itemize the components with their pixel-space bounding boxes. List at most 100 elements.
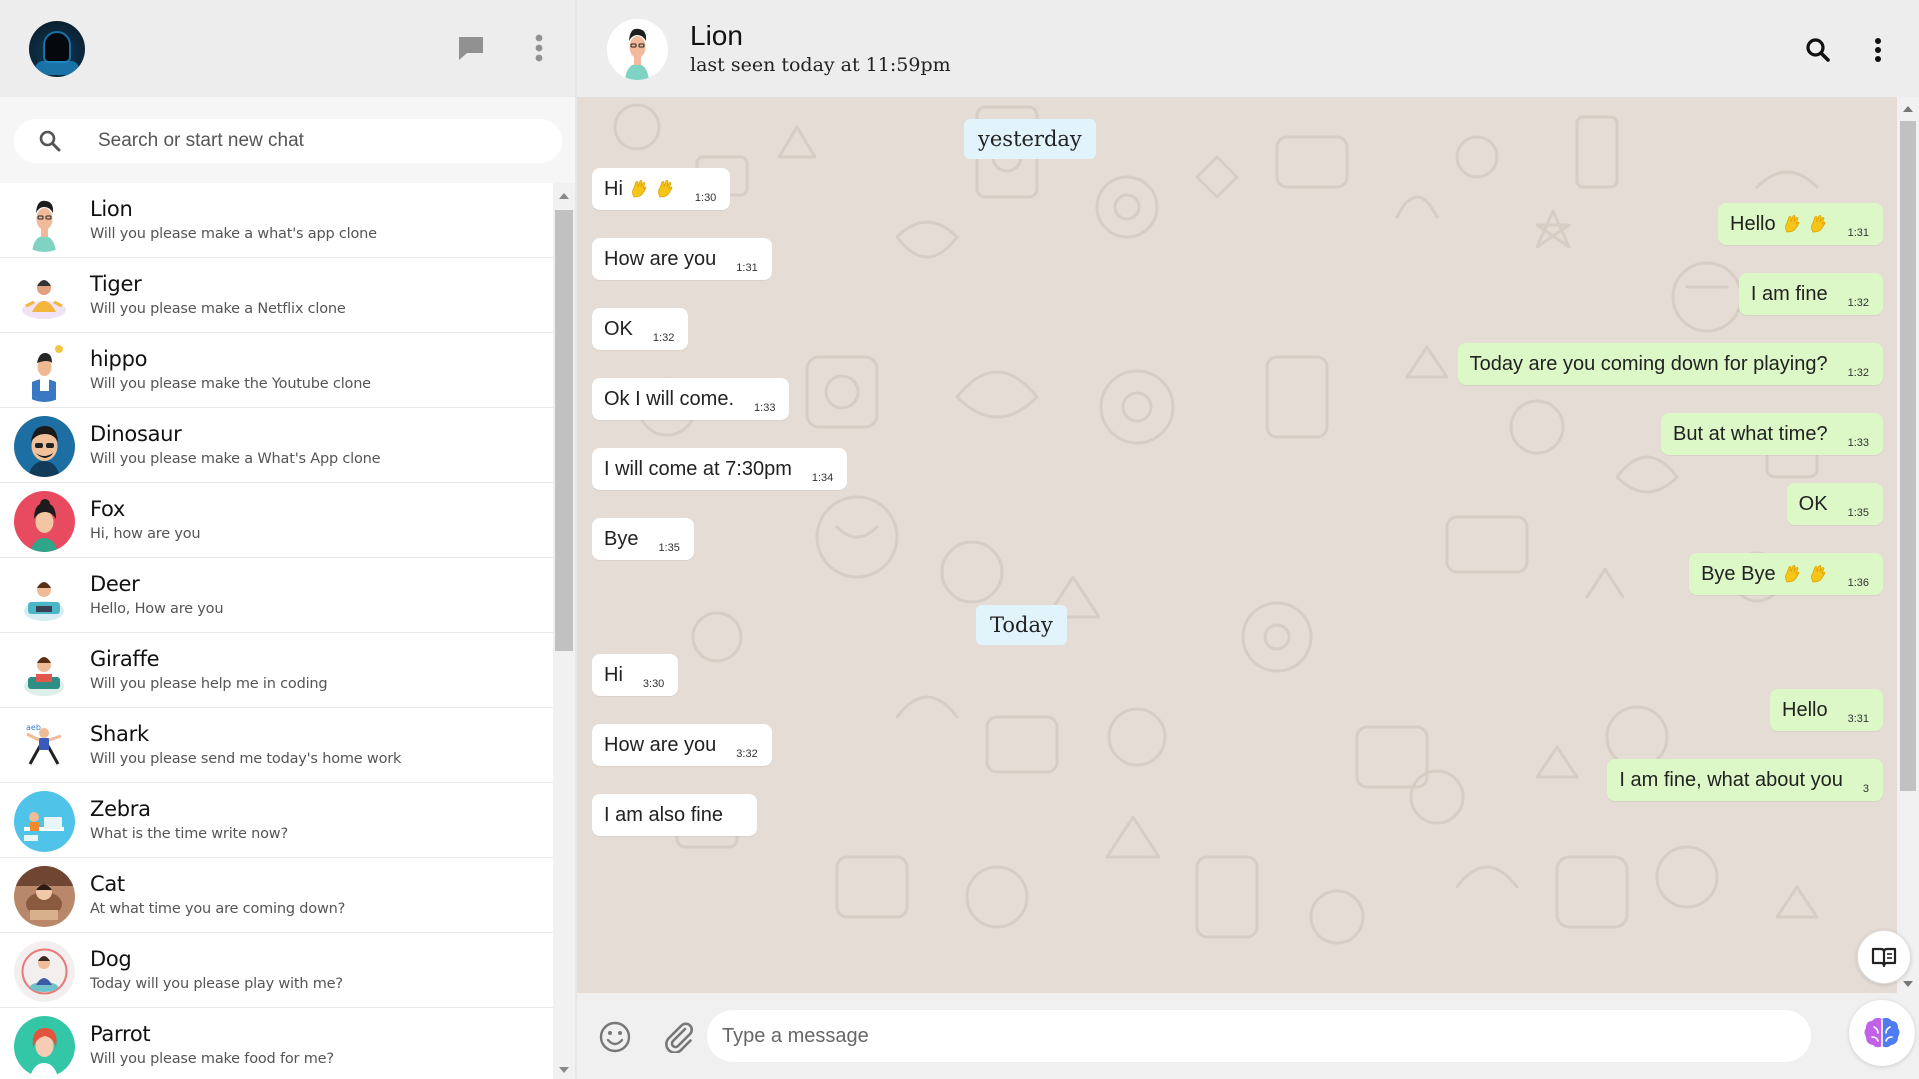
avatar	[14, 341, 75, 402]
message-scrollbar[interactable]	[1897, 97, 1919, 993]
avatar	[14, 266, 75, 327]
profile-avatar[interactable]	[29, 21, 85, 77]
chat-item-lion[interactable]: Lion Will you please make a what's app c…	[0, 183, 553, 258]
message-text: Bye Bye	[1701, 562, 1776, 585]
message-incoming: Hi 3:30	[592, 654, 679, 696]
chat-item-deer[interactable]: Deer Hello, How are you	[0, 558, 553, 633]
sidebar-menu-button[interactable]	[524, 30, 554, 66]
chat-header: Lion last seen today at 11:59pm	[577, 0, 1919, 97]
message-time: 1:35	[658, 542, 680, 554]
chat-name: Lion	[90, 197, 133, 221]
chat-item-hippo[interactable]: hippo Will you please make the Youtube c…	[0, 333, 553, 408]
chat-name: Deer	[90, 572, 140, 596]
chat-name: Dinosaur	[90, 422, 182, 446]
sidebar-header-actions	[456, 30, 554, 66]
kebab-menu-icon	[1875, 38, 1881, 62]
wave-hand-icon	[1810, 215, 1825, 233]
message-text: I am fine	[1750, 282, 1828, 305]
message-time: 1:33	[1847, 437, 1869, 449]
chat-name: Giraffe	[90, 647, 160, 671]
message-time: 1:30	[694, 192, 717, 204]
search-box	[14, 119, 562, 163]
search-icon	[39, 130, 61, 152]
message-outgoing: Hello 1:31	[1718, 203, 1883, 245]
chat-last-message: Hello, How are you	[90, 601, 224, 617]
message-text: Today are you coming down for playing?	[1469, 352, 1828, 375]
reader-mode-button[interactable]	[1857, 930, 1911, 984]
message-time: 1:32	[1847, 297, 1869, 309]
message-outgoing: Hello 3:31	[1770, 689, 1883, 731]
chat-last-message: What is the time write now?	[90, 826, 288, 842]
contact-avatar[interactable]	[607, 19, 668, 80]
sidebar: Lion Will you please make a what's app c…	[0, 0, 577, 1079]
avatar	[14, 791, 75, 852]
chat-list-scrollbar[interactable]	[553, 183, 575, 1079]
chat-last-message: Hi, how are you	[90, 526, 201, 542]
chat-item-shark[interactable]: aeb Shark Will you please send me today'…	[0, 708, 553, 783]
message-time: 1:34	[811, 472, 834, 484]
message-time: 1:31	[736, 262, 758, 274]
message-input[interactable]	[707, 1010, 1811, 1062]
chat-name: Zebra	[90, 797, 151, 821]
message-composer	[577, 993, 1919, 1079]
chat-last-message: Will you please make a What's App clone	[90, 451, 381, 467]
sidebar-header	[0, 0, 575, 97]
chat-item-zebra[interactable]: Zebra What is the time write now?	[0, 783, 553, 858]
chat-search-button[interactable]	[1803, 32, 1833, 68]
chat-item-parrot[interactable]: Parrot Will you please make food for me?	[0, 1008, 553, 1079]
chat-last-message: Will you please help me in coding	[90, 676, 328, 692]
chat-item-dog[interactable]: Dog Today will you please play with me?	[0, 933, 553, 1008]
message-incoming: Ok I will come. 1:33	[592, 378, 790, 420]
message-time: 1:32	[652, 332, 675, 344]
assistant-button[interactable]	[1849, 1000, 1915, 1066]
chat-pane: Lion last seen today at 11:59pm yesterda…	[577, 0, 1919, 1079]
smiley-icon	[599, 1021, 631, 1053]
message-time: 3	[1862, 783, 1869, 795]
message-text: I am also fine	[604, 803, 723, 826]
chat-item-cat[interactable]: Cat At what time you are coming down?	[0, 858, 553, 933]
avatar	[14, 491, 75, 552]
message-incoming: I am also fine	[592, 794, 757, 836]
message-time: 3:31	[1847, 713, 1869, 725]
chat-item-dinosaur[interactable]: Dinosaur Will you please make a What's A…	[0, 408, 553, 483]
avatar	[14, 866, 75, 927]
search-bar	[0, 97, 575, 183]
chat-item-giraffe[interactable]: Giraffe Will you please help me in codin…	[0, 633, 553, 708]
chat-name: Dog	[90, 947, 132, 971]
message-text: Hi	[604, 177, 623, 200]
chat-wallpaper	[613, 103, 1819, 945]
message-outgoing: Bye Bye 1:36	[1689, 553, 1883, 595]
last-seen-status: last seen today at 11:59pm	[690, 54, 951, 76]
message-time: 1:35	[1847, 507, 1869, 519]
chat-name: Cat	[90, 872, 125, 896]
chat-last-message: Will you please send me today's home wor…	[90, 751, 402, 767]
attach-button[interactable]	[661, 1019, 695, 1058]
chat-last-message: Today will you please play with me?	[90, 976, 343, 992]
message-time: 1:36	[1847, 577, 1869, 589]
chat-menu-button[interactable]	[1863, 32, 1893, 68]
search-icon	[1806, 38, 1830, 62]
chat-last-message: Will you please make the Youtube clone	[90, 376, 371, 392]
kebab-menu-icon	[535, 34, 543, 62]
message-time: 3:30	[642, 678, 665, 690]
chat-name: Fox	[90, 497, 126, 521]
message-outgoing: Today are you coming down for playing? 1…	[1457, 343, 1883, 385]
avatar: aeb	[14, 716, 75, 777]
wave-hand-icon	[1810, 565, 1825, 583]
avatar	[14, 641, 75, 702]
message-outgoing: OK 1:35	[1786, 483, 1883, 525]
wave-hand-icon	[657, 180, 673, 198]
message-time: 3:32	[736, 748, 758, 760]
message-incoming: Hi 1:30	[592, 168, 731, 210]
message-text: Hi	[604, 663, 623, 686]
contact-name[interactable]: Lion	[690, 20, 743, 52]
new-chat-button[interactable]	[456, 30, 486, 66]
search-input[interactable]	[98, 127, 538, 155]
message-text: I am fine, what about you	[1619, 768, 1843, 791]
emoji-button[interactable]	[598, 1020, 632, 1059]
message-incoming: How are you 3:32	[592, 724, 772, 766]
chat-item-fox[interactable]: Fox Hi, how are you	[0, 483, 553, 558]
message-incoming: Bye 1:35	[592, 518, 694, 560]
message-text: Hello	[1730, 212, 1776, 235]
chat-item-tiger[interactable]: Tiger Will you please make a Netflix clo…	[0, 258, 553, 333]
